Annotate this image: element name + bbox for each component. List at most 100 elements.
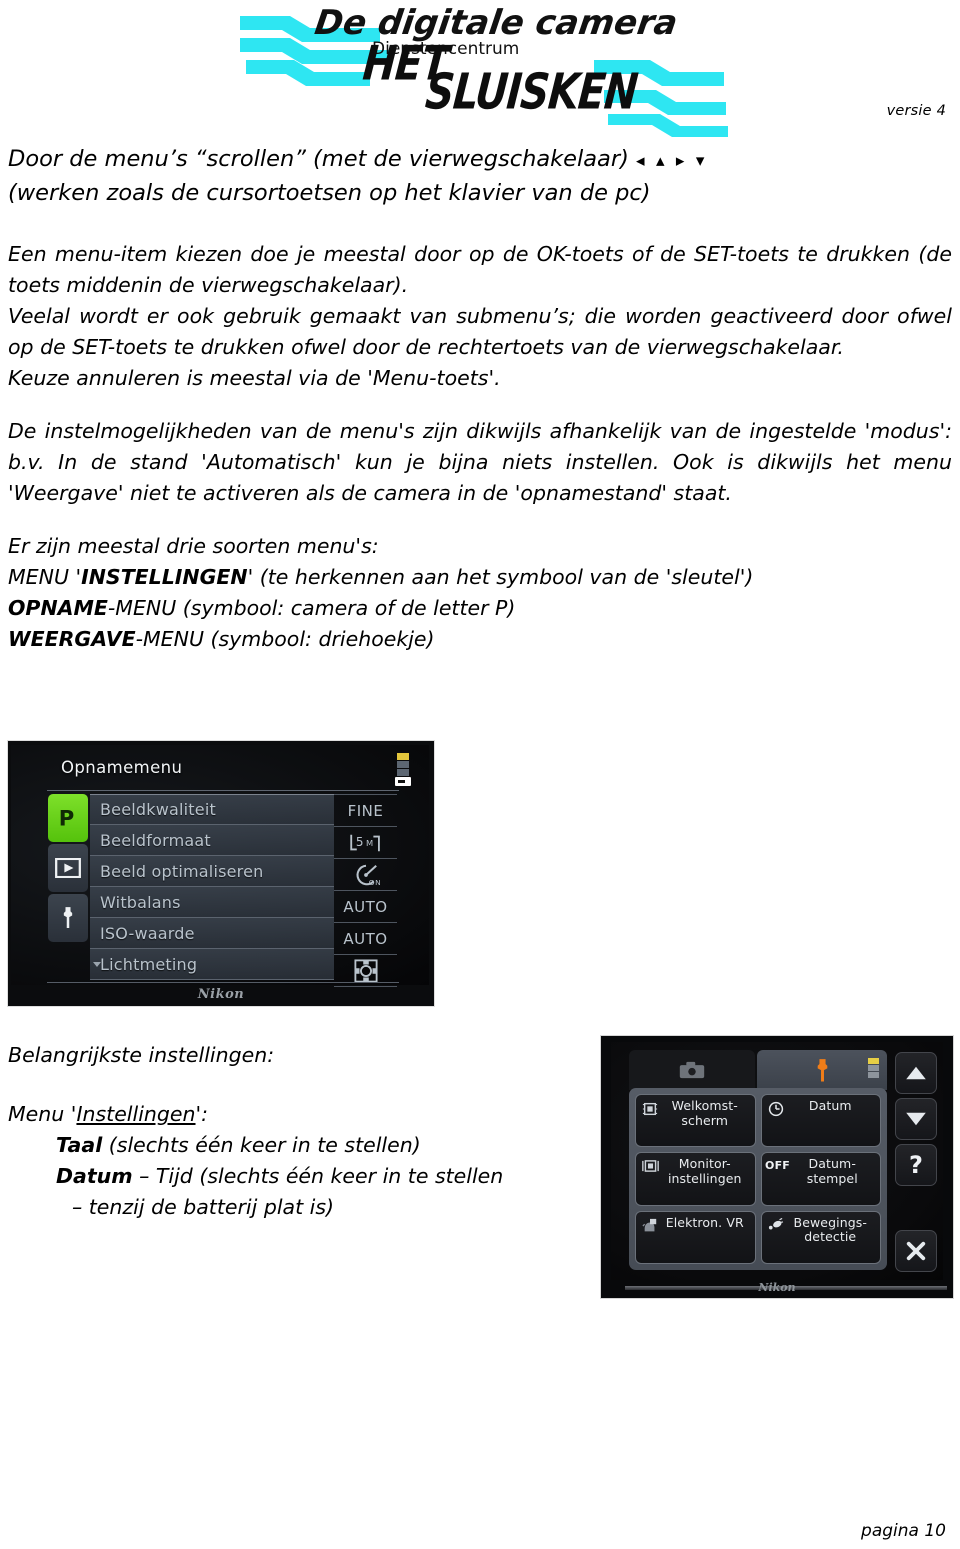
menu-kind-prefix: MENU ' [8, 565, 82, 589]
tab-instellingen[interactable] [757, 1050, 887, 1090]
letter-p-icon: P [59, 806, 75, 831]
setting-item-datum-cont: – tenzij de batterij plat is) [72, 1195, 335, 1219]
wrench-icon [817, 1058, 827, 1081]
sidebar-item-instellingen[interactable] [48, 894, 88, 942]
table-row[interactable]: ISO-waarde [90, 918, 334, 949]
grid-item-monitorinstellingen[interactable]: Monitor- instellingen [635, 1152, 756, 1206]
table-row[interactable]: Beeldkwaliteit [90, 794, 334, 825]
battery-indicator-icon [868, 1058, 879, 1080]
camera-screenshot-instellingenmenu: Welkomst- scherm Datum Monitor- instelli… [601, 1036, 953, 1298]
row-label: Beeldkwaliteit [100, 800, 216, 819]
wrench-icon [63, 907, 73, 928]
grid-item-label: Welkomst- scherm [671, 1098, 738, 1128]
menu-kind-opname: OPNAME-MENU (symbool: camera of de lette… [0, 593, 960, 624]
menu-label-suffix: ': [195, 1102, 209, 1126]
grid-item-datum[interactable]: Datum [760, 1094, 881, 1148]
chevron-down-icon [93, 962, 101, 967]
table-row[interactable]: Lichtmeting [90, 949, 334, 980]
clock-icon [766, 1099, 786, 1117]
grid-item-bewegingsdetectie[interactable]: Bewegings- detectie [760, 1210, 881, 1264]
setting-name: Taal [56, 1133, 103, 1157]
value-iso-waarde: AUTO [334, 923, 397, 955]
tab-camera[interactable] [629, 1050, 755, 1090]
direction-arrows-icon: ◂ ▴ ▸ ▾ [636, 151, 708, 171]
monitor-glyph [641, 1160, 659, 1173]
document-body: Door de menu’s “scrollen” (met de vierwe… [0, 143, 960, 655]
divider [47, 982, 399, 983]
grid-item-label: Datum [808, 1098, 852, 1113]
welcome-screen-glyph [642, 1102, 658, 1116]
camera-screenshot-opnamemenu: Opnamemenu P Beeldkwaliteit Beeldformaat… [8, 741, 434, 1006]
welcome-screen-icon [640, 1099, 660, 1117]
sidebar-item-opname[interactable]: P [48, 794, 88, 842]
scroll-up-button[interactable] [895, 1052, 937, 1094]
off-indicator: OFF [765, 1157, 790, 1173]
divider [47, 790, 399, 791]
setting-item-taal: Taal (slechts één keer in te stellen) [8, 1130, 590, 1161]
lower-text-block: Belangrijkste instellingen: Menu 'Instel… [0, 1040, 590, 1223]
table-row[interactable]: Beeldformaat [90, 825, 334, 856]
monitor-icon [640, 1157, 660, 1173]
paragraph-2: Veelal wordt er ook gebruik gemaakt van … [8, 304, 952, 359]
menu-kind-weergave: WEERGAVE-MENU (symbool: driehoekje) [0, 624, 960, 655]
paragraph-3: Keuze annuleren is meestal via de 'Menu-… [8, 366, 501, 390]
setting-name: Datum [56, 1164, 133, 1188]
vr-hand-glyph [642, 1218, 657, 1231]
setting-note: (slechts één keer in te stellen) [102, 1133, 421, 1157]
scrollbar-icon [395, 753, 411, 786]
menu-kind-suffix: -MENU (symbool: camera of de letter P) [107, 596, 516, 620]
brand-label: Nikon [197, 987, 245, 1002]
menu-kind-bold: WEERGAVE [8, 627, 136, 651]
sidebar-item-weergave[interactable] [48, 844, 88, 892]
grid-item-elektron-vr[interactable]: Elektron. VR [635, 1210, 756, 1264]
paragraph-1: Een menu-item kiezen doe je meestal door… [8, 242, 952, 297]
table-row[interactable]: Beeld optimaliseren [90, 856, 334, 887]
menu-instellingen-label: Menu 'Instellingen': [8, 1099, 590, 1130]
grid-item-label: Monitor- instellingen [667, 1156, 742, 1186]
logo-graphic: De digitale camera Dienstencentrum HET S… [240, 3, 728, 137]
svg-text:5: 5 [355, 834, 363, 848]
grid-item-welkomstscherm[interactable]: Welkomst- scherm [635, 1094, 756, 1148]
menu-kind-suffix: ' (te herkennen aan het symbool van de '… [247, 565, 754, 589]
menu-kind-bold: INSTELLINGEN [81, 565, 248, 589]
brand-label: Nikon [758, 1281, 796, 1294]
grid-item-label: Elektron. VR [665, 1214, 744, 1230]
opnamemenu-value-column: FINE 5 M ON AUTO AUTO [334, 794, 397, 987]
svg-text:M: M [366, 837, 374, 847]
menu-kind-suffix: -MENU (symbool: driehoekje) [135, 627, 435, 651]
camera-lcd-screen: Opnamemenu P Beeldkwaliteit Beeldformaat… [11, 745, 429, 987]
triangle-up-icon [906, 1066, 926, 1080]
x-close-icon [906, 1241, 926, 1261]
value-witbalans: AUTO [334, 891, 397, 923]
setting-item-datum: Datum – Tijd (slechts één keer in te ste… [8, 1161, 590, 1192]
scroll-down-button[interactable] [895, 1098, 937, 1140]
help-button[interactable]: ? [895, 1144, 937, 1186]
motion-detect-glyph [768, 1217, 783, 1230]
table-row[interactable]: Witbalans [90, 887, 334, 918]
triangle-down-icon [906, 1112, 926, 1126]
svg-text:ON: ON [368, 878, 380, 887]
play-icon [55, 858, 81, 878]
image-size-icon: 5 M [349, 834, 380, 851]
grid-item-datumstempel[interactable]: OFF Datum- stempel [760, 1152, 881, 1206]
instellingen-tab-row[interactable] [629, 1050, 887, 1090]
close-button[interactable] [895, 1230, 937, 1272]
camera-icon [679, 1061, 705, 1079]
row-label: Witbalans [100, 892, 181, 912]
row-label: ISO-waarde [100, 923, 195, 943]
row-label: Beeldformaat [100, 830, 211, 850]
opnamemenu-list: Beeldkwaliteit Beeldformaat Beeld optima… [90, 794, 334, 980]
intro-line-1-text: Door de menu’s “scrollen” (met de vierwe… [8, 146, 629, 172]
off-label: OFF [765, 1159, 790, 1173]
paragraph-5: Er zijn meestal drie soorten menu's: [8, 534, 379, 558]
menu-kind-instellingen: MENU 'INSTELLINGEN' (te herkennen aan he… [0, 562, 960, 593]
menu-label-prefix: Menu ' [8, 1102, 77, 1126]
vr-hand-icon [640, 1216, 660, 1234]
instellingen-grid: Welkomst- scherm Datum Monitor- instelli… [635, 1094, 881, 1264]
opnamemenu-tab-strip[interactable]: P [48, 794, 90, 944]
motion-detect-icon [766, 1216, 786, 1232]
